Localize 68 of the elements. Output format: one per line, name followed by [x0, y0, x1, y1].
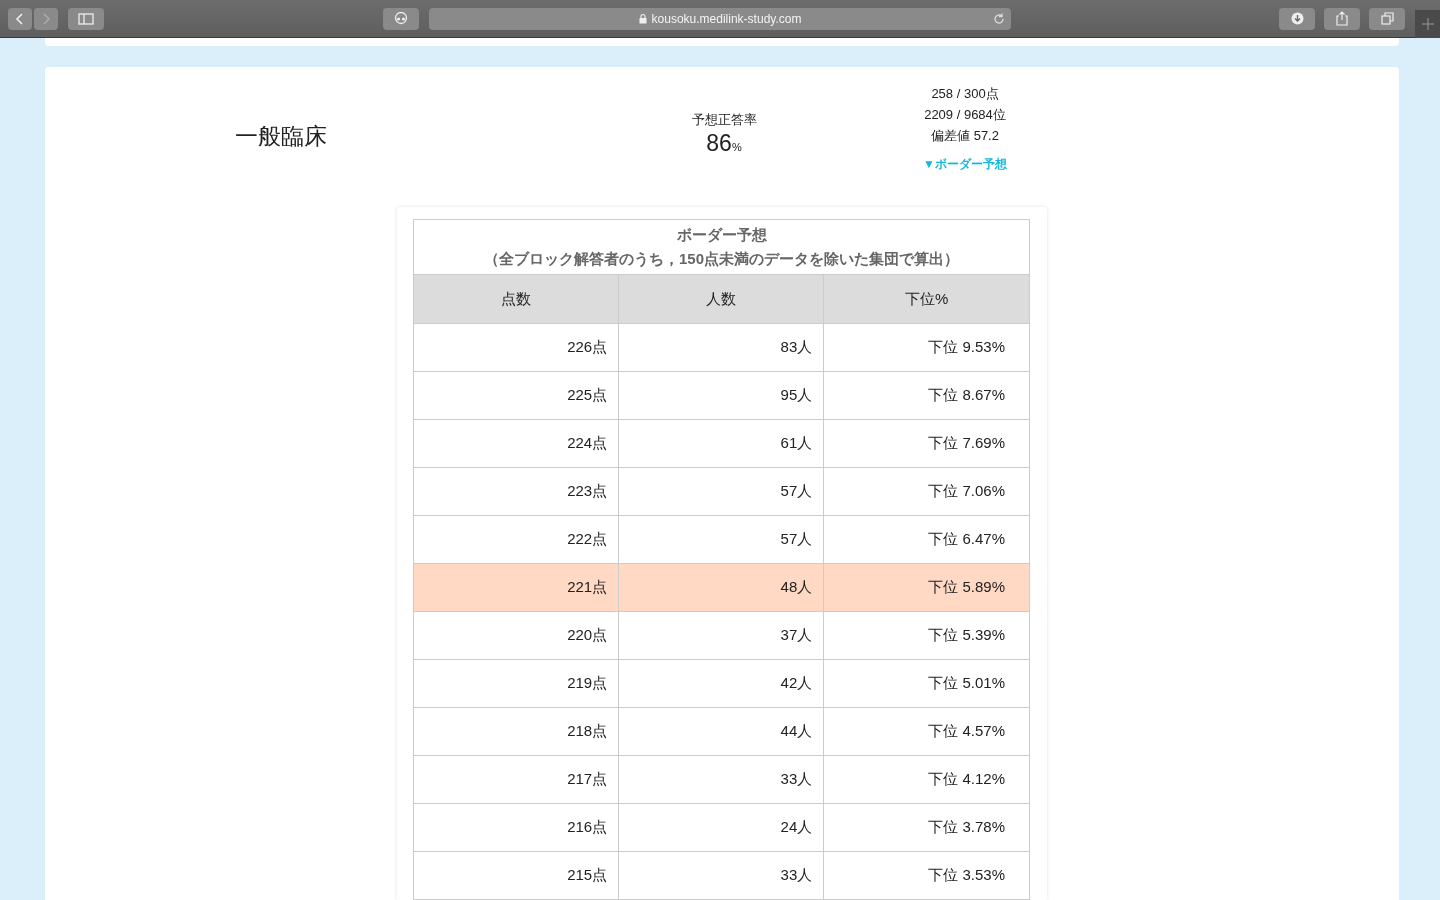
subject-title: 一般臨床 — [235, 122, 327, 151]
score-line: 2209 / 9684位 — [924, 106, 1006, 124]
url-text: kousoku.medilink-study.com — [651, 11, 802, 26]
table-cell: 220点 — [413, 611, 619, 660]
score-line: 偏差値 57.2 — [931, 127, 999, 145]
new-tab-button[interactable] — [1415, 10, 1440, 38]
table-cell: 下位 4.57% — [823, 707, 1030, 756]
table-cell: 216点 — [413, 803, 619, 852]
lock-icon — [638, 13, 647, 24]
plus-icon — [1421, 18, 1434, 30]
caption-title: ボーダー予想 — [675, 225, 768, 245]
table-cell: 下位 4.12% — [823, 755, 1030, 804]
table-cell: 95人 — [618, 371, 824, 420]
reload-icon[interactable] — [993, 12, 1005, 25]
table-cell: 下位 5.01% — [823, 659, 1030, 708]
caption-note: （全ブロック解答者のうち，150点未満のデータを除いた集団で算出） — [483, 249, 960, 269]
column-header: 点数 — [413, 274, 619, 324]
table-cell: 下位 6.47% — [823, 515, 1030, 564]
table-cell: 215点 — [413, 851, 619, 900]
table-cell: 44人 — [618, 707, 824, 756]
table-cell: 83人 — [618, 323, 824, 372]
table-cell: 下位 8.67% — [823, 371, 1030, 420]
table-cell: 下位 7.06% — [823, 467, 1030, 516]
table-cell: 下位 3.78% — [823, 803, 1030, 852]
share-button[interactable] — [1324, 7, 1360, 30]
table-cell: 48人 — [618, 563, 824, 612]
score-line: 258 / 300点 — [931, 85, 999, 103]
table-cell: 37人 — [618, 611, 824, 660]
table-cell: 下位 5.89% — [823, 563, 1030, 612]
column-header: 人数 — [618, 274, 824, 324]
table-cell: 225点 — [413, 371, 619, 420]
accuracy-label: 予想正答率 — [690, 111, 758, 129]
table-cell: 33人 — [618, 755, 824, 804]
tabs-icon — [1380, 12, 1394, 25]
chevron-right-icon — [41, 11, 51, 26]
table-cell: 57人 — [618, 515, 824, 564]
share-icon — [1336, 11, 1348, 26]
table-cell: 226点 — [413, 323, 619, 372]
table-cell: 57人 — [618, 467, 824, 516]
table-cell: 224点 — [413, 419, 619, 468]
table-cell: 下位 5.39% — [823, 611, 1030, 660]
border-forecast-link[interactable]: ▼ボーダー予想 — [923, 156, 1007, 173]
download-icon — [1290, 12, 1304, 25]
table-cell: 222点 — [413, 515, 619, 564]
table-cell: 219点 — [413, 659, 619, 708]
table-cell: 218点 — [413, 707, 619, 756]
sidebar-button[interactable] — [68, 7, 104, 30]
table-cell: 33人 — [618, 851, 824, 900]
table-cell: 42人 — [618, 659, 824, 708]
chevron-left-icon — [15, 11, 25, 26]
accuracy-value: 86% — [705, 130, 743, 157]
table-cell: 下位 7.69% — [823, 419, 1030, 468]
table-cell: 61人 — [618, 419, 824, 468]
column-header: 下位% — [823, 274, 1030, 324]
table-cell: 下位 9.53% — [823, 323, 1030, 372]
table-cell: 223点 — [413, 467, 619, 516]
forward-button[interactable] — [34, 7, 58, 30]
mask-icon — [392, 11, 410, 26]
address-bar[interactable]: kousoku.medilink-study.com — [429, 7, 1011, 30]
back-button[interactable] — [8, 7, 32, 30]
table-cell: 24人 — [618, 803, 824, 852]
private-mode-button[interactable] — [383, 7, 419, 30]
sidebar-icon — [78, 12, 94, 25]
table-cell: 221点 — [413, 563, 619, 612]
tabs-button[interactable] — [1369, 7, 1405, 30]
table-cell: 217点 — [413, 755, 619, 804]
table-cell: 下位 3.53% — [823, 851, 1030, 900]
download-button[interactable] — [1279, 7, 1315, 30]
